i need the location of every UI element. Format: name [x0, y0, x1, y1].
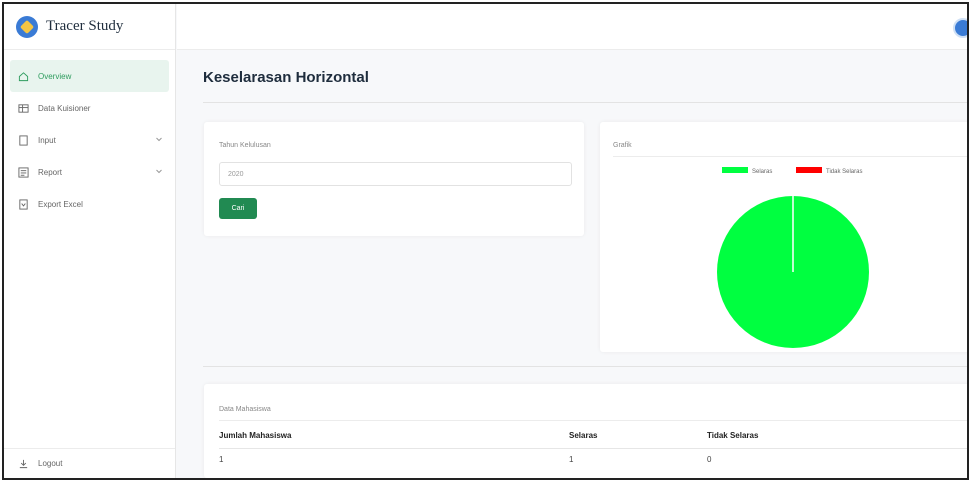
sidebar-item-input[interactable]: Input: [4, 124, 175, 156]
brand-title: Tracer Study: [46, 18, 124, 34]
sidebar-item-label: Overview: [38, 71, 72, 81]
sidebar-item-overview[interactable]: Overview: [10, 60, 169, 92]
sidebar-item-report[interactable]: Report: [4, 156, 175, 188]
top-bar: [177, 4, 967, 50]
table-cell: 1: [569, 454, 574, 464]
legend-swatch[interactable]: [722, 167, 748, 173]
search-button[interactable]: Cari: [219, 198, 257, 219]
report-icon: [18, 166, 29, 178]
brand-logo-icon: [16, 15, 38, 38]
avatar[interactable]: [953, 18, 967, 38]
file-icon: [18, 134, 29, 146]
table-icon: [18, 103, 29, 114]
column-header: Jumlah Mahasiswa: [219, 424, 569, 449]
table-label: Data Mahasiswa: [219, 406, 271, 413]
student-data-table: Jumlah Mahasiswa Selaras Tidak Selaras 1…: [219, 424, 967, 470]
pie-chart: Selaras Tidak Selaras: [717, 167, 869, 348]
table-cell: 1: [219, 454, 224, 464]
sidebar-item-data-kuisioner[interactable]: Data Kuisioner: [4, 92, 175, 124]
divider: [219, 420, 967, 421]
search-card: Tahun Kelulusan Cari: [204, 122, 584, 236]
logout-button[interactable]: Logout: [4, 448, 175, 478]
export-icon: [18, 198, 29, 210]
sidebar-item-label: Report: [38, 167, 63, 177]
chevron-down-icon: [156, 137, 162, 142]
sidebar: Tracer Study Overview Data Kuisioner Inp…: [4, 4, 176, 478]
page-title: Keselarasan Horizontal: [203, 69, 369, 86]
legend-label[interactable]: Tidak Selaras: [826, 169, 862, 175]
home-icon: [18, 71, 29, 82]
column-header: Tidak Selaras: [707, 424, 967, 449]
sidebar-nav: Overview Data Kuisioner Input Report Exp…: [4, 60, 175, 220]
student-data-card: Data Mahasiswa Jumlah Mahasiswa Selaras …: [204, 384, 967, 478]
logout-label: Logout: [38, 459, 63, 468]
brand[interactable]: Tracer Study: [4, 4, 175, 50]
sidebar-item-label: Input: [38, 135, 56, 145]
chart-card: Grafik Selaras Tidak Selaras: [600, 122, 967, 352]
app-window: Tracer Study Overview Data Kuisioner Inp…: [2, 2, 969, 480]
graduation-year-label: Tahun Kelulusan: [219, 142, 271, 149]
legend-swatch[interactable]: [796, 167, 822, 173]
divider: [203, 366, 967, 367]
divider: [203, 102, 967, 103]
sidebar-item-label: Data Kuisioner: [38, 103, 91, 113]
table-cell: 0: [707, 454, 712, 464]
table-row: 1 1 0: [219, 448, 967, 470]
table-header-row: Jumlah Mahasiswa Selaras Tidak Selaras: [219, 424, 967, 449]
sidebar-item-label: Export Excel: [38, 199, 83, 209]
sidebar-item-export-excel[interactable]: Export Excel: [4, 188, 175, 220]
legend-label[interactable]: Selaras: [752, 169, 772, 175]
logout-icon: [18, 458, 29, 469]
graduation-year-input[interactable]: [219, 162, 572, 186]
chevron-down-icon: [156, 169, 162, 174]
column-header: Selaras: [569, 424, 707, 449]
